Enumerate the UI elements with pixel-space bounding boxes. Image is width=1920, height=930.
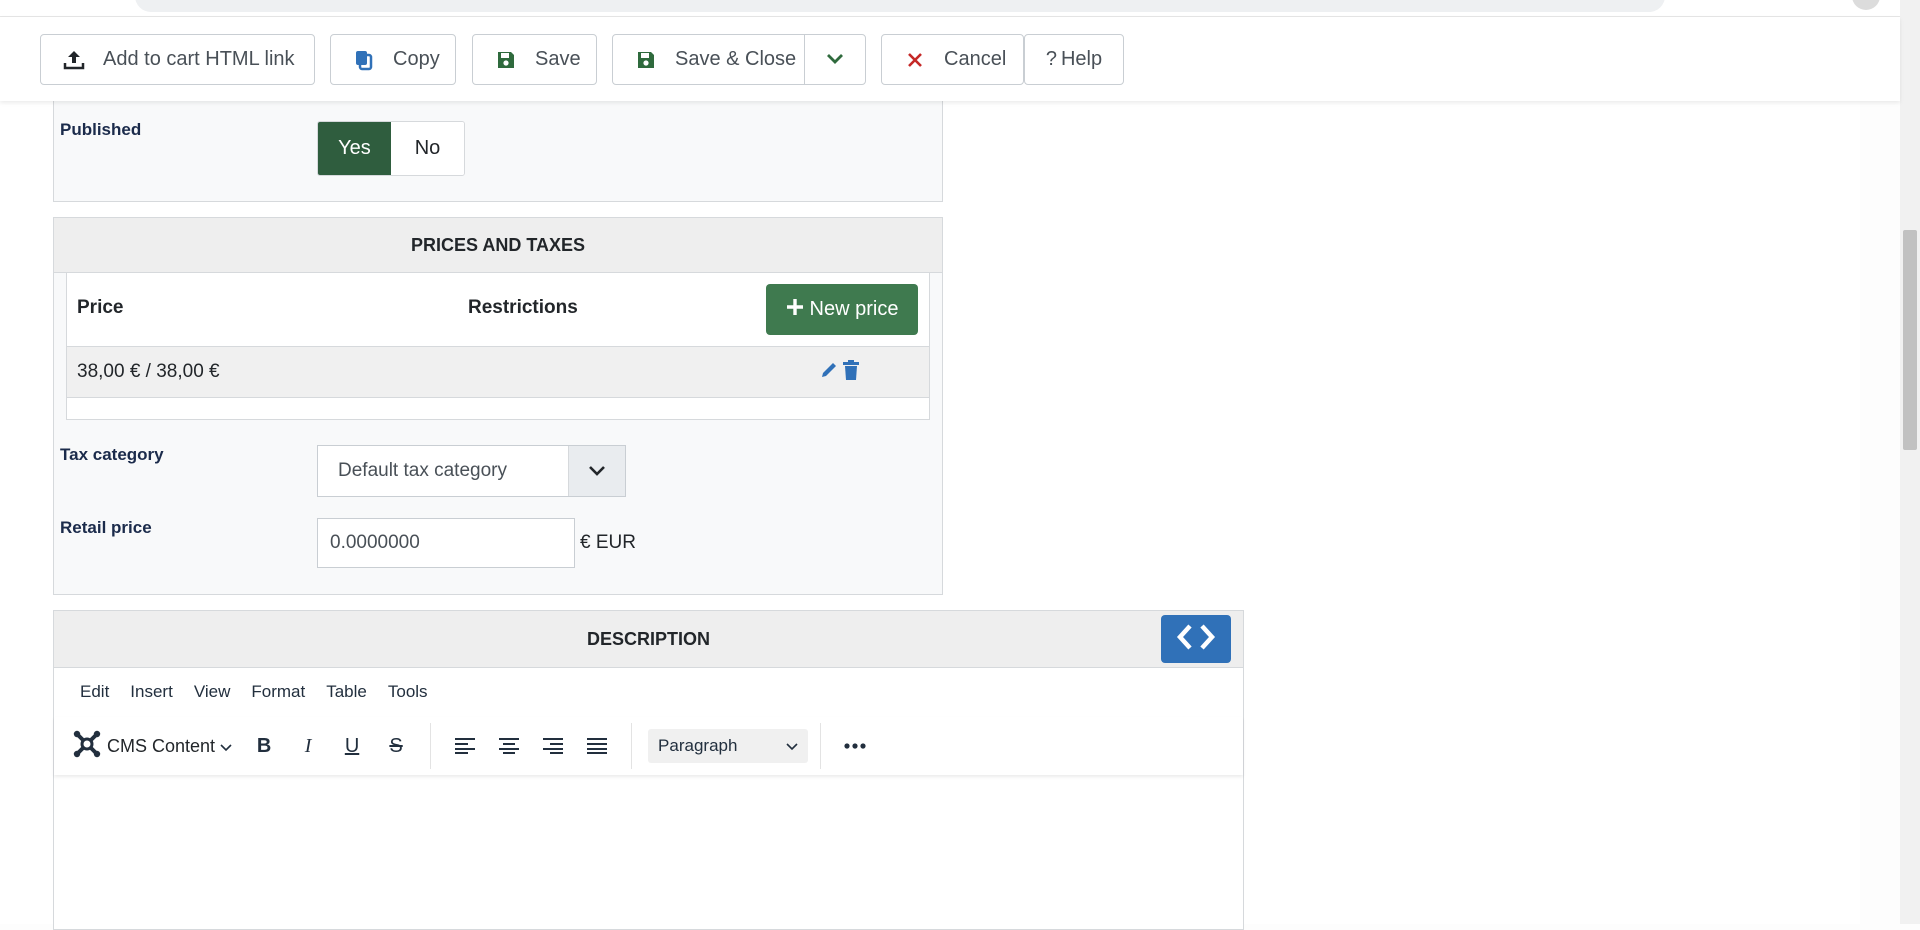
toolbar-divider (430, 723, 432, 769)
price-table: Price Restrictions New price 38,00 € / 3… (66, 272, 930, 420)
published-yes-option[interactable]: Yes (318, 122, 391, 175)
align-left-icon[interactable] (443, 726, 487, 766)
tax-category-label: Tax category (60, 445, 164, 464)
action-toolbar: Add to cart HTML link Copy Save Save & C… (0, 17, 1900, 101)
cancel-button[interactable]: Cancel (881, 34, 1024, 85)
floppy-disk-icon (635, 49, 657, 71)
new-price-button[interactable]: New price (766, 284, 918, 335)
table-row: 38,00 € / 38,00 € (67, 347, 929, 398)
chevron-down-icon (220, 736, 232, 757)
tax-category-selected-value: Default tax category (338, 460, 507, 481)
code-icon (1176, 623, 1216, 656)
floppy-disk-icon (495, 49, 517, 71)
block-format-dropdown[interactable]: Paragraph (648, 729, 809, 763)
save-options-dropdown-toggle[interactable] (804, 35, 865, 84)
toolbar-divider (631, 723, 633, 769)
editor-content-area[interactable] (54, 775, 1243, 929)
help-label: Help (1060, 48, 1103, 70)
copy-icon (353, 49, 375, 71)
menu-view[interactable]: View (194, 682, 231, 702)
page-scrollbar[interactable] (1900, 0, 1920, 924)
published-no-option[interactable]: No (391, 122, 464, 175)
retail-price-currency: € EUR (580, 532, 636, 553)
description-heading: DESCRIPTION (54, 611, 1243, 668)
align-center-icon[interactable] (487, 726, 531, 766)
new-price-label: New price (809, 298, 899, 320)
editor-toolbar: CMS Content B I U S Paragraph (54, 717, 1243, 775)
strikethrough-icon[interactable]: S (374, 726, 418, 766)
menu-tools[interactable]: Tools (388, 682, 428, 702)
prices-and-taxes-heading: PRICES AND TAXES (54, 218, 942, 273)
cms-content-dropdown[interactable]: CMS Content (72, 729, 232, 764)
menu-format[interactable]: Format (251, 682, 305, 702)
published-toggle: Yes No (317, 121, 465, 176)
chevron-down-icon (826, 48, 844, 71)
help-button[interactable]: ? Help (1024, 34, 1124, 85)
menu-edit[interactable]: Edit (80, 682, 109, 702)
browser-address-bar[interactable] (135, 0, 1665, 12)
save-button[interactable]: Save (472, 34, 597, 85)
price-value: 38,00 € / 38,00 € (77, 361, 220, 382)
retail-price-label: Retail price (60, 518, 152, 537)
browser-top-strip (0, 0, 1920, 17)
question-mark-icon: ? (1045, 48, 1057, 70)
pencil-icon[interactable] (819, 360, 839, 385)
plus-icon (786, 298, 804, 322)
retail-price-input[interactable]: 0.0000000 (317, 518, 575, 568)
restrictions-column-header: Restrictions (468, 297, 578, 318)
description-title: DESCRIPTION (586, 628, 710, 649)
copy-button[interactable]: Copy (330, 34, 456, 85)
menu-insert[interactable]: Insert (130, 682, 173, 702)
underline-icon[interactable]: U (330, 726, 374, 766)
joomla-logo-icon (72, 729, 102, 764)
page-scrollbar-thumb[interactable] (1903, 230, 1917, 450)
upload-icon (63, 49, 85, 71)
block-format-value: Paragraph (658, 736, 738, 755)
published-panel (53, 98, 943, 202)
tax-category-select[interactable]: Default tax category (317, 445, 626, 497)
description-editor-panel: DESCRIPTION Edit Insert View Format Tabl… (53, 610, 1244, 930)
align-right-icon[interactable] (531, 726, 575, 766)
italic-icon[interactable]: I (286, 726, 330, 766)
toggle-code-view-button[interactable] (1161, 615, 1231, 663)
published-label: Published (60, 120, 142, 139)
close-icon (904, 49, 926, 71)
cancel-label: Cancel (944, 48, 1007, 70)
trash-icon[interactable] (842, 360, 860, 386)
editor-menubar: Edit Insert View Format Table Tools (54, 667, 449, 717)
add-to-cart-html-link-button[interactable]: Add to cart HTML link (40, 34, 315, 85)
menu-table[interactable]: Table (326, 682, 367, 702)
toolbar-divider (820, 723, 822, 769)
align-justify-icon[interactable] (575, 726, 619, 766)
chevron-down-icon (568, 446, 625, 496)
browser-profile-avatar[interactable] (1852, 0, 1880, 10)
price-table-header: Price Restrictions New price (67, 273, 929, 347)
save-and-close-label: Save & Close (675, 48, 797, 70)
save-label: Save (535, 48, 581, 70)
copy-label: Copy (393, 48, 440, 70)
save-and-close-button-group: Save & Close (612, 34, 866, 85)
bold-icon[interactable]: B (242, 726, 286, 766)
save-and-close-button[interactable]: Save & Close (613, 35, 804, 84)
more-options-icon[interactable] (833, 726, 877, 766)
cms-content-label: CMS Content (107, 735, 216, 756)
add-to-cart-html-link-label: Add to cart HTML link (103, 48, 295, 70)
chevron-down-icon (786, 736, 798, 756)
price-column-header: Price (77, 297, 124, 318)
